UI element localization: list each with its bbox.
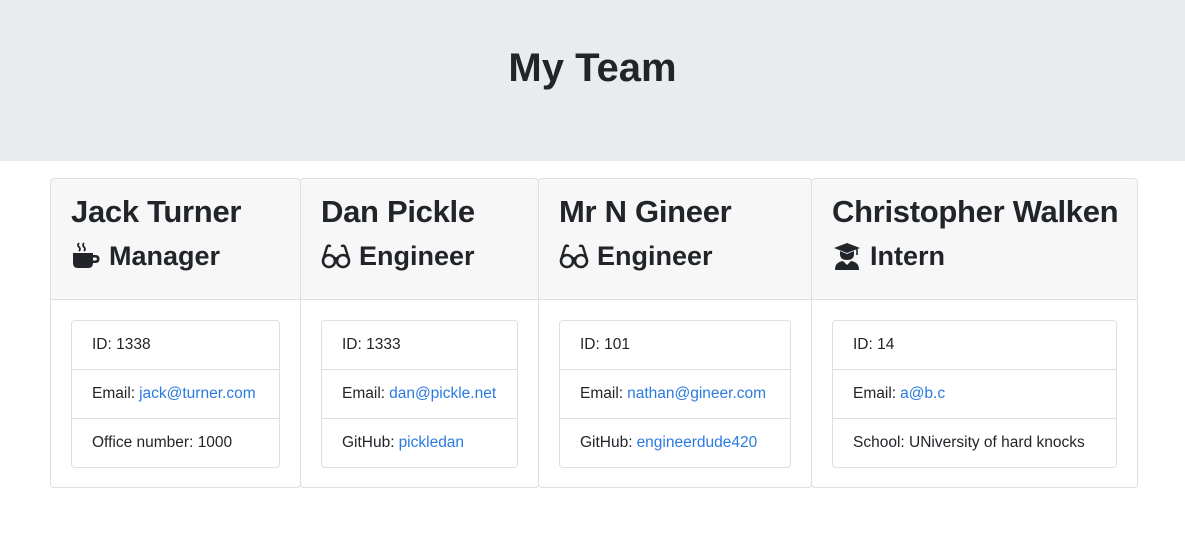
email-link[interactable]: a@b.c bbox=[900, 385, 945, 403]
email-row: Email: nathan@gineer.com bbox=[560, 370, 790, 419]
email-label: Email: bbox=[92, 385, 136, 402]
id-row: ID: 1333 bbox=[322, 321, 517, 370]
role-label: Engineer bbox=[597, 241, 713, 271]
email-label: Email: bbox=[342, 385, 386, 402]
email-row: Email: a@b.c bbox=[833, 370, 1116, 419]
office-number-value: 1000 bbox=[197, 434, 233, 451]
employee-role: Manager bbox=[71, 240, 280, 272]
id-value: 1338 bbox=[116, 336, 151, 353]
details-list: ID: 14 Email: a@b.c School: UNiversity of… bbox=[832, 320, 1117, 468]
id-row: ID: 101 bbox=[560, 321, 790, 370]
github-label: GitHub: bbox=[580, 434, 633, 451]
details-list: ID: 101 Email: nathan@gineer.com GitHub: e… bbox=[559, 320, 791, 468]
email-link[interactable]: jack@turner.com bbox=[139, 385, 256, 403]
card-header: Mr N Gineer Engineer bbox=[539, 179, 811, 300]
card-body: ID: 101 Email: nathan@gineer.com GitHub: e… bbox=[539, 300, 811, 468]
office-number-row: Office number: 1000 bbox=[72, 419, 279, 467]
github-row: GitHub: pickledan bbox=[322, 419, 517, 467]
card-header: Christopher Walken Intern bbox=[812, 179, 1137, 300]
mug-icon bbox=[71, 242, 101, 270]
id-label: ID: bbox=[580, 336, 600, 353]
employee-role: Intern bbox=[832, 240, 1117, 272]
employee-role: Engineer bbox=[321, 240, 518, 272]
employee-name: Dan Pickle bbox=[321, 194, 475, 229]
id-label: ID: bbox=[342, 336, 362, 353]
school-row: School: UNiversity of hard knocks bbox=[833, 419, 1116, 467]
school-value: UNiversity of hard knocks bbox=[909, 434, 1085, 451]
id-value: 14 bbox=[877, 336, 895, 353]
jumbotron-header: My Team bbox=[0, 0, 1185, 161]
github-link[interactable]: pickledan bbox=[399, 434, 465, 452]
card-header: Dan Pickle Engineer bbox=[301, 179, 538, 300]
email-label: Email: bbox=[580, 385, 624, 402]
role-label: Engineer bbox=[359, 241, 475, 271]
school-label: School: bbox=[853, 434, 905, 451]
page-title: My Team bbox=[508, 46, 677, 90]
employee-name: Christopher Walken bbox=[832, 194, 1119, 229]
role-label: Manager bbox=[109, 241, 221, 271]
employee-card-manager: Jack Turner Manager ID: 1338 Email: jack@… bbox=[50, 178, 301, 488]
graduate-icon bbox=[832, 242, 862, 270]
email-row: Email: dan@pickle.net bbox=[322, 370, 517, 419]
github-row: GitHub: engineerdude420 bbox=[560, 419, 790, 467]
employee-name: Jack Turner bbox=[71, 194, 242, 229]
office-number-label: Office number: bbox=[92, 434, 194, 451]
id-row: ID: 14 bbox=[833, 321, 1116, 370]
employee-card-engineer: Dan Pickle Engineer ID: 1333 Email: dan@p… bbox=[300, 178, 539, 488]
id-row: ID: 1338 bbox=[72, 321, 279, 370]
email-label: Email: bbox=[853, 385, 897, 402]
id-label: ID: bbox=[92, 336, 112, 353]
employee-card-intern: Christopher Walken Intern ID: 14 Email: a… bbox=[811, 178, 1138, 488]
glasses-icon bbox=[559, 242, 589, 270]
email-link[interactable]: nathan@gineer.com bbox=[627, 385, 766, 403]
id-value: 1333 bbox=[366, 336, 401, 353]
employee-name: Mr N Gineer bbox=[559, 194, 732, 229]
card-body: ID: 1333 Email: dan@pickle.net GitHub: pic… bbox=[301, 300, 538, 468]
card-body: ID: 14 Email: a@b.c School: UNiversity of… bbox=[812, 300, 1137, 468]
details-list: ID: 1333 Email: dan@pickle.net GitHub: pic… bbox=[321, 320, 518, 468]
github-link[interactable]: engineerdude420 bbox=[637, 434, 758, 452]
details-list: ID: 1338 Email: jack@turner.com Office nu… bbox=[71, 320, 280, 468]
role-label: Intern bbox=[870, 241, 946, 271]
id-label: ID: bbox=[853, 336, 873, 353]
email-link[interactable]: dan@pickle.net bbox=[389, 385, 496, 403]
glasses-icon bbox=[321, 242, 351, 270]
card-body: ID: 1338 Email: jack@turner.com Office nu… bbox=[51, 300, 300, 468]
employee-role: Engineer bbox=[559, 240, 791, 272]
employee-card-engineer: Mr N Gineer Engineer ID: 101 Email: natha… bbox=[538, 178, 812, 488]
card-header: Jack Turner Manager bbox=[51, 179, 300, 300]
email-row: Email: jack@turner.com bbox=[72, 370, 279, 419]
github-label: GitHub: bbox=[342, 434, 395, 451]
id-value: 101 bbox=[604, 336, 630, 353]
